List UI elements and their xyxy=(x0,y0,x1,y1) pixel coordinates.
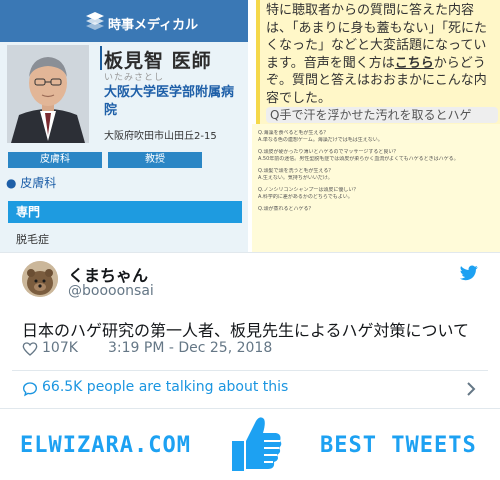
banner-tagline: BEST TWEETS xyxy=(320,433,477,458)
doctor-name-reading: いたみさとし xyxy=(104,73,165,83)
author-handle[interactable]: @boooonsai xyxy=(68,283,154,299)
doctor-name: 板見智 医師 xyxy=(104,50,212,72)
rank-pill: 教授 xyxy=(108,152,202,168)
brand-logo-icon xyxy=(86,12,104,30)
department-label: ● 皮膚科 xyxy=(6,176,57,190)
brand-bar: 時事メディカル xyxy=(0,0,248,42)
qa-line: Q.頭皮が硬かったり薄いとハゲるのでマッサージすると良い？ xyxy=(258,149,399,155)
specialty-value: 脱毛症 xyxy=(16,233,49,246)
tweet-media-image[interactable]: 時事メディカル 板見智 医師 いたみさとし 大阪大学医学部附属病院 大阪府吹田市… xyxy=(0,0,500,252)
divider xyxy=(12,370,488,371)
qa-line: Q.頭が蒸れるとハゲる？ xyxy=(258,206,314,212)
hospital-address: 大阪府吹田市山田丘2-15 xyxy=(104,131,217,142)
brand-name: 時事メディカル xyxy=(108,18,199,33)
conversation-link[interactable]: 66.5K people are talking about this xyxy=(22,379,482,399)
tweet-text: 日本のハゲ研究の第一人者、板見先生によるハゲ対策について xyxy=(22,321,470,340)
specialty-header: 専門 xyxy=(8,201,242,223)
site-name: ELWIZARA.COM xyxy=(20,433,191,458)
name-accent-bar xyxy=(100,46,102,70)
tweet-card: 時事メディカル 板見智 医師 いたみさとし 大阪大学医学部附属病院 大阪府吹田市… xyxy=(0,0,500,480)
doctor-photo xyxy=(7,45,89,143)
doctor-profile-panel: 時事メディカル 板見智 医師 いたみさとし 大阪大学医学部附属病院 大阪府吹田市… xyxy=(0,0,248,252)
qa-line: A.単なる色の連想ゲーム。海藻だけでは毛は生えない。 xyxy=(258,137,383,143)
qa-line: A.50年前の迷信。男性型脱毛症では頭皮が柔らかく血流がよくてもハゲるときはハゲ… xyxy=(258,156,459,162)
qa-line: A.生えない。気持ちがいいだけ。 xyxy=(258,175,333,181)
twitter-bird-icon[interactable] xyxy=(460,265,478,281)
article-excerpt: 特に聴取者からの質問に答えた内容は、「あまりに身も蓋もない」「死にたくなった」な… xyxy=(256,0,500,124)
conversation-count-text: 66.5K people are talking about this xyxy=(42,379,289,395)
qa-line: Q.海藻を食べると毛が生える？ xyxy=(258,130,329,136)
avatar[interactable] xyxy=(22,261,58,297)
hospital-name: 大阪大学医学部附属病院 xyxy=(104,85,235,118)
qa-line: Q.頭髪で頭を洗うと毛が生える？ xyxy=(258,168,334,174)
thumbs-up-icon xyxy=(232,417,282,471)
article-audio-link: こちら xyxy=(394,55,434,71)
department-pill: 皮膚科 xyxy=(8,152,102,168)
chevron-right-icon xyxy=(467,382,476,396)
like-count[interactable]: 107K xyxy=(42,340,78,356)
site-banner: ELWIZARA.COM BEST TWEETS xyxy=(0,409,500,480)
qa-line: Q.ノンシリコンシャンプーは頭皮に優しい？ xyxy=(258,187,359,193)
article-intro-text: 特に聴取者からの質問に答えた内容は、「あまりに身も蓋もない」「死にたくなった」な… xyxy=(266,2,494,107)
heart-icon[interactable] xyxy=(22,341,38,357)
article-next-question: Q手で汗を浮かせた汚れを取るとハゲ xyxy=(266,107,498,123)
tweet-timestamp[interactable]: 3:19 PM - Dec 25, 2018 xyxy=(108,340,272,356)
speech-bubble-icon xyxy=(22,382,38,397)
qa-list-panel: Q.海藻を食べると毛が生える？ A.単なる色の連想ゲーム。海藻だけでは毛は生えな… xyxy=(252,124,500,252)
qa-line: A.科学的に差があるかのどちらでもよい。 xyxy=(258,194,353,200)
